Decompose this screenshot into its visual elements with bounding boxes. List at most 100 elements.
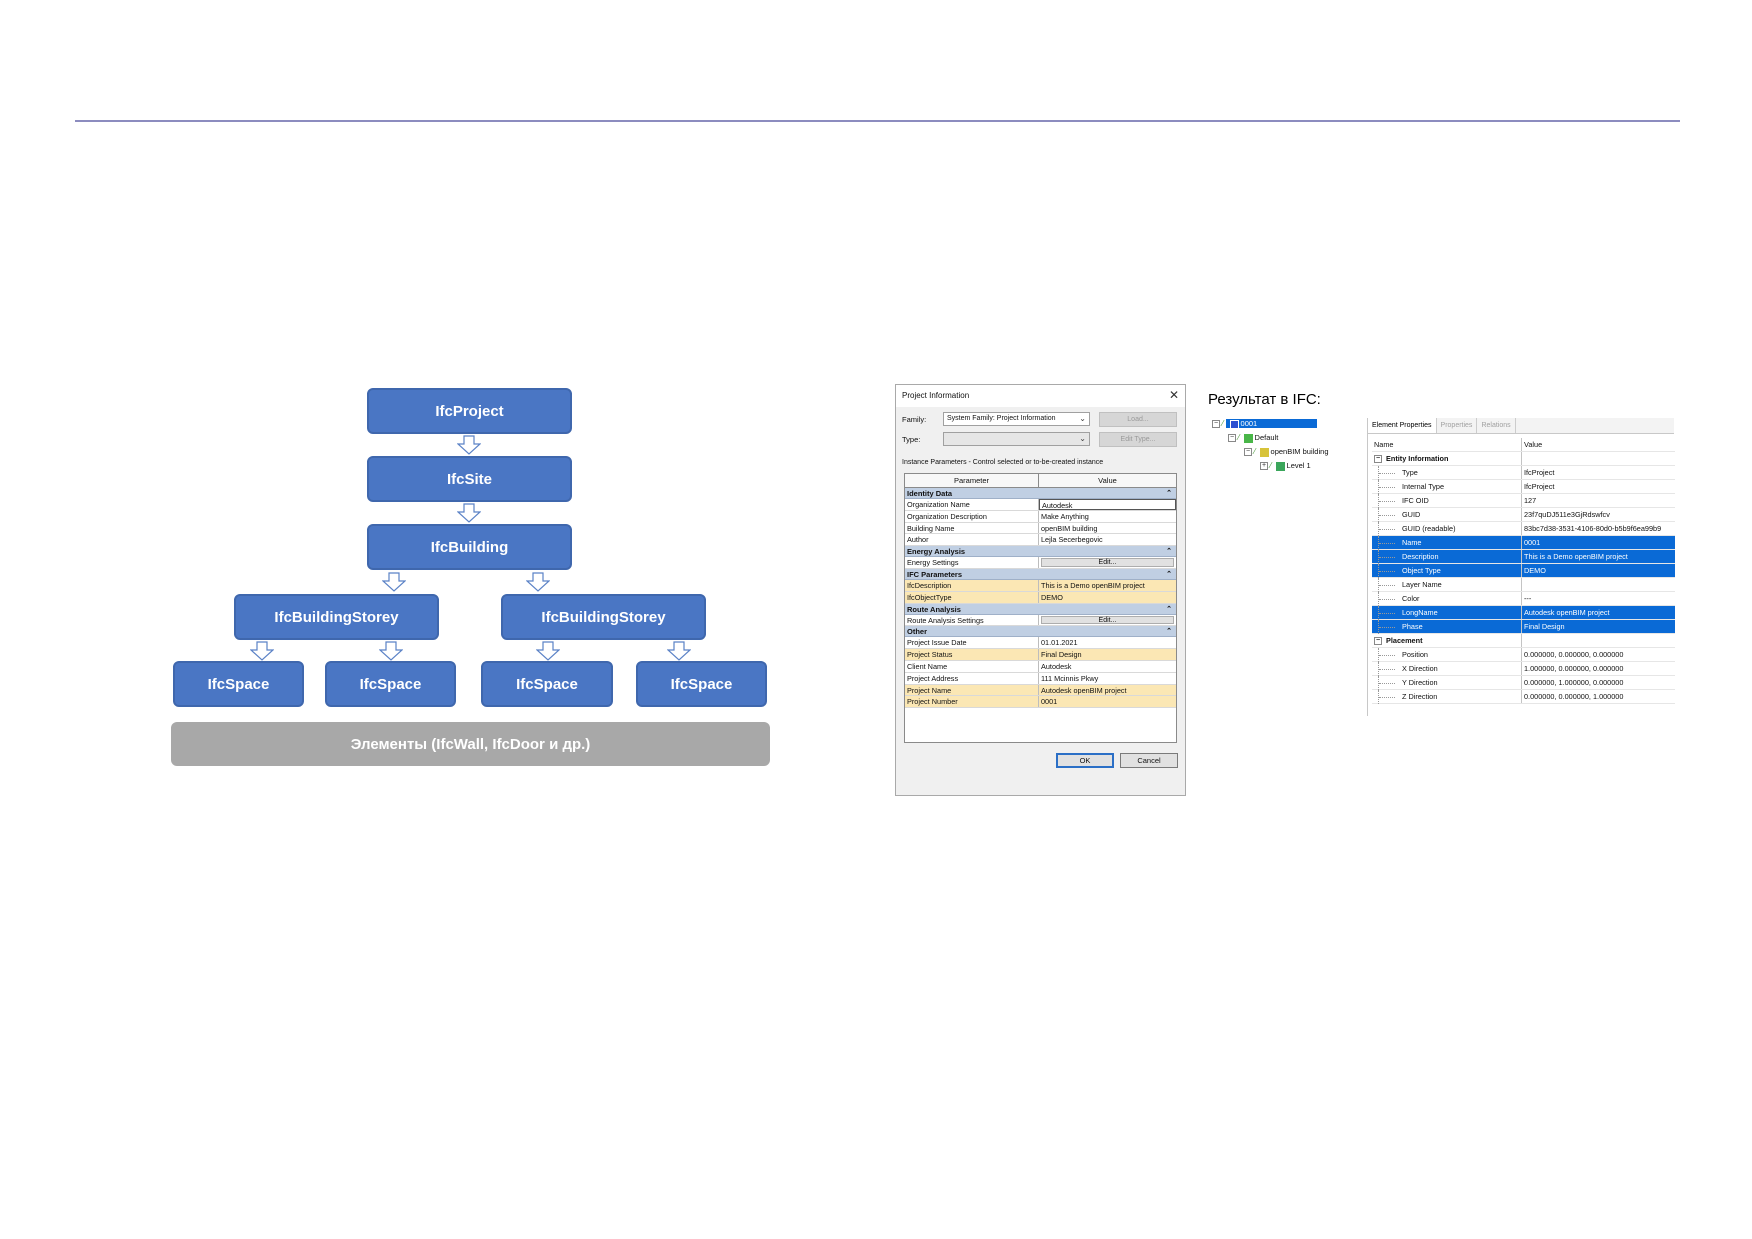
tree-label: openBIM building (1270, 447, 1329, 456)
table-row[interactable]: X Direction 1.000000, 0.000000, 0.000000 (1372, 662, 1675, 676)
table-row[interactable]: Description This is a Demo openBIM projec… (1372, 550, 1675, 564)
group-label: Route Analysis (907, 604, 961, 614)
prop-value: 0001 (1522, 536, 1675, 549)
collapse-icon[interactable]: − (1212, 420, 1220, 429)
energy-settings-edit-button[interactable]: Edit... (1041, 558, 1174, 567)
group-route-analysis[interactable]: Route Analysis ⌃ (905, 603, 1176, 615)
tree-item-storey[interactable]: + ⁄ Level 1 (1260, 460, 1311, 472)
param-row[interactable]: Route Analysis Settings Edit... (905, 614, 1176, 627)
family-select[interactable]: System Family: Project Information ⌄ (943, 412, 1090, 426)
col-parameter: Parameter (905, 474, 1039, 487)
section-entity-information[interactable]: − Entity Information (1372, 452, 1675, 466)
ifc-tree: − ⁄ 0001 − ⁄ Default − ⁄ openBIM buildin… (1208, 418, 1362, 480)
param-row[interactable]: Project Issue Date 01.01.2021 (905, 637, 1176, 650)
family-select-value: System Family: Project Information (947, 415, 1056, 422)
param-row[interactable]: Author Lejla Secerbegovic (905, 534, 1176, 547)
table-row[interactable]: Position 0.000000, 0.000000, 0.000000 (1372, 648, 1675, 662)
site-icon (1243, 433, 1253, 443)
tab-properties[interactable]: Properties (1437, 418, 1478, 433)
tab-element-properties[interactable]: Element Properties (1368, 418, 1437, 433)
param-value[interactable]: Autodesk (1039, 661, 1176, 672)
table-row[interactable]: Phase Final Design (1372, 620, 1675, 634)
tab-relations[interactable]: Relations (1477, 418, 1516, 433)
param-row[interactable]: IfcObjectType DEMO (905, 591, 1176, 604)
table-row[interactable]: Color --- (1372, 592, 1675, 606)
param-value[interactable]: 0001 (1039, 696, 1176, 707)
chevron-down-icon: ⌄ (1079, 434, 1086, 443)
group-label: Other (907, 627, 928, 637)
table-row[interactable]: Z Direction 0.000000, 0.000000, 1.000000 (1372, 690, 1675, 704)
prop-value: IfcProject (1524, 468, 1555, 477)
down-arrow-icon (667, 641, 691, 661)
param-value-input[interactable]: Autodesk (1039, 499, 1176, 510)
group-identity-data[interactable]: Identity Data ⌃ (905, 488, 1176, 499)
param-row[interactable]: Project Status Final Design (905, 649, 1176, 661)
param-row[interactable]: Project Address 111 Mcinnis Pkwy (905, 672, 1176, 685)
param-value[interactable]: Autodesk openBIM project (1039, 685, 1176, 696)
family-label: Family: (902, 415, 927, 424)
table-row[interactable]: IFC OID 127 (1372, 494, 1675, 508)
table-row[interactable]: GUID (readable) 83bc7d38-3531-4106-80d0-b… (1372, 522, 1675, 536)
tree-item-building[interactable]: − ⁄ openBIM building (1244, 446, 1329, 458)
param-value[interactable]: This is a Demo openBIM project (1039, 580, 1176, 591)
param-name: Project Name (905, 684, 1039, 696)
table-row[interactable]: Object Type DEMO (1372, 564, 1675, 578)
route-analysis-edit-button[interactable]: Edit... (1041, 615, 1174, 625)
grid-header: Parameter Value (905, 474, 1176, 488)
param-value[interactable]: Final Design (1039, 649, 1176, 660)
table-row[interactable]: LongName Autodesk openBIM project (1372, 606, 1675, 620)
table-row[interactable]: Name 0001 (1372, 536, 1675, 550)
col-name: Name (1372, 438, 1522, 451)
table-row[interactable]: GUID 23f7quDJ511e3GjRdswfcv (1372, 508, 1675, 522)
param-value[interactable]: openBIM building (1039, 523, 1176, 534)
col-value: Value (1098, 476, 1117, 485)
param-row[interactable]: Organization Name Autodesk (905, 499, 1176, 511)
load-button[interactable]: Load... (1099, 412, 1177, 427)
param-row[interactable]: Project Name Autodesk openBIM project (905, 684, 1176, 697)
group-ifc-parameters[interactable]: IFC Parameters ⌃ (905, 568, 1176, 580)
param-name: Project Address (905, 672, 1039, 684)
elements-bar: Элементы (IfcWall, IfcDoor и др.) (171, 722, 770, 766)
param-name: Energy Settings (905, 557, 1039, 568)
node-ifcbuilding: IfcBuilding (367, 524, 572, 570)
down-arrow-icon (382, 572, 406, 592)
tree-item-site[interactable]: − ⁄ Default (1228, 432, 1278, 444)
ok-button[interactable]: OK (1056, 753, 1114, 768)
param-value[interactable]: 111 Mcinnis Pkwy (1039, 673, 1176, 684)
table-row[interactable]: Layer Name (1372, 578, 1675, 592)
table-row[interactable]: Y Direction 0.000000, 1.000000, 0.000000 (1372, 676, 1675, 690)
prop-value: 1.000000, 0.000000, 0.000000 (1524, 664, 1624, 673)
ifc-result-title: Результат в IFC: (1208, 391, 1321, 408)
param-value[interactable]: DEMO (1039, 592, 1176, 603)
group-other[interactable]: Other ⌃ (905, 626, 1176, 638)
param-value[interactable]: 01.01.2021 (1039, 637, 1176, 648)
collapse-icon[interactable]: − (1228, 434, 1236, 443)
check-icon: ⁄ (1254, 447, 1256, 456)
param-row[interactable]: Client Name Autodesk (905, 660, 1176, 673)
param-value[interactable]: Make Anything (1039, 511, 1176, 522)
param-row[interactable]: Organization Description Make Anything (905, 510, 1176, 523)
table-row[interactable]: Type IfcProject (1372, 466, 1675, 480)
node-ifcspace-1: IfcSpace (173, 661, 304, 707)
param-row[interactable]: Building Name openBIM building (905, 522, 1176, 535)
down-arrow-icon (250, 641, 274, 661)
param-row[interactable]: Energy Settings Edit... (905, 557, 1176, 569)
param-value[interactable]: Lejla Secerbegovic (1039, 534, 1176, 545)
type-select[interactable]: ⌄ (943, 432, 1090, 446)
collapse-icon[interactable]: − (1374, 637, 1382, 646)
prop-value: This is a Demo openBIM project (1522, 550, 1675, 563)
col-value: Value (1524, 440, 1543, 449)
group-energy-analysis[interactable]: Energy Analysis ⌃ (905, 546, 1176, 558)
expand-icon[interactable]: + (1260, 462, 1268, 471)
edit-type-button[interactable]: Edit Type... (1099, 432, 1177, 447)
param-row[interactable]: IfcDescription This is a Demo openBIM pro… (905, 579, 1176, 592)
collapse-icon[interactable]: − (1374, 455, 1382, 464)
section-label: Placement (1386, 636, 1423, 645)
section-placement[interactable]: − Placement (1372, 634, 1675, 648)
close-icon[interactable]: ✕ (1169, 388, 1179, 402)
collapse-icon[interactable]: − (1244, 448, 1252, 457)
table-row[interactable]: Internal Type IfcProject (1372, 480, 1675, 494)
cancel-button[interactable]: Cancel (1120, 753, 1178, 768)
tree-item-project[interactable]: − ⁄ 0001 (1212, 418, 1364, 430)
param-row[interactable]: Project Number 0001 (905, 696, 1176, 709)
